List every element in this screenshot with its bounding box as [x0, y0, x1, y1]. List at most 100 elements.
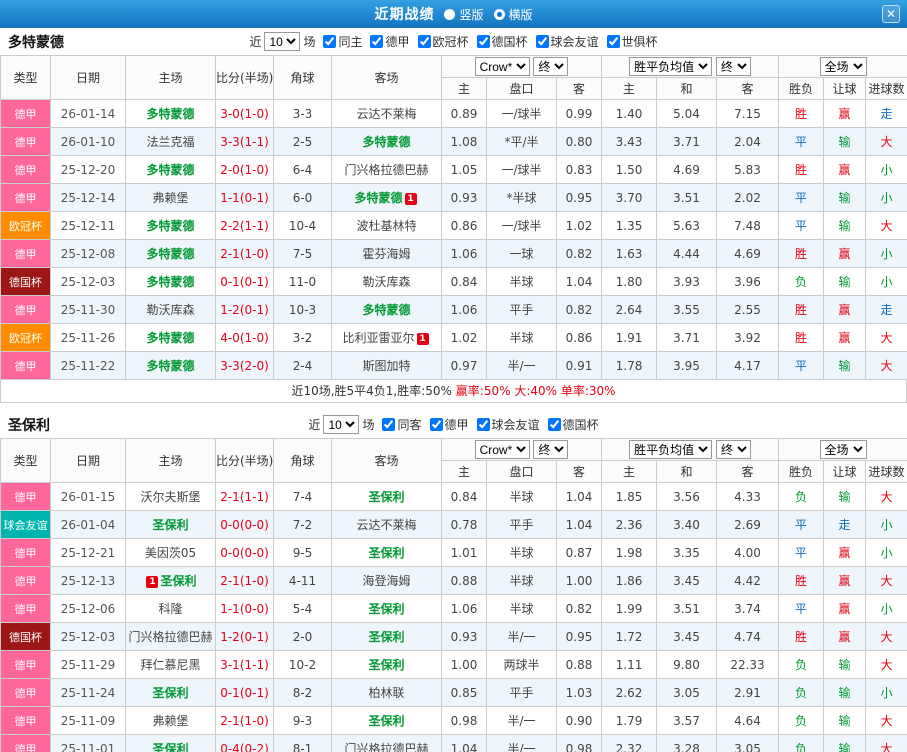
layout-radio-vertical[interactable]: 竖版 [444, 6, 484, 23]
avg-home-cell: 1.98 [601, 538, 657, 567]
score-cell: 1-2(0-1) [215, 622, 274, 651]
checkbox-input[interactable] [417, 35, 431, 48]
score-cell: 1-2(0-1) [215, 295, 274, 324]
match-type-cell: 德甲 [0, 594, 51, 623]
goals-cell: 大 [865, 351, 907, 380]
result-cell: 平 [778, 594, 825, 623]
filter-checkbox[interactable]: 同客 [382, 416, 422, 433]
filter-checkbox[interactable]: 德甲 [370, 33, 410, 50]
handicap-cell: 半球 [486, 594, 557, 623]
checkbox-input[interactable] [535, 35, 549, 48]
fulltime-select[interactable]: 全场 [819, 440, 867, 459]
checkbox-input[interactable] [323, 35, 337, 48]
filter-checkbox[interactable]: 球会友谊 [476, 416, 540, 433]
match-row: 德甲 25-12-08 多特蒙德 2-1(1-0) 7-5 霍芬海姆 1.06 一球 0.82 1… [0, 239, 907, 268]
col-header-date: 日期 [50, 438, 126, 483]
fulltime-header-cell: 全场 [778, 438, 907, 461]
sub-header-odds-away: 客 [556, 460, 602, 483]
team-name: 波杜基林特 [356, 219, 417, 233]
filter-near-label: 近 [249, 35, 262, 49]
section-header: 多特蒙德 近 10 场 同主 德甲 欧冠杯 德国杯 球会友谊 世俱杯 [0, 28, 907, 55]
match-date-cell: 25-11-01 [50, 734, 126, 752]
goals-cell: 大 [865, 706, 907, 735]
avg-draw-cell: 9.80 [656, 650, 717, 679]
avg-away-cell: 4.17 [715, 351, 780, 380]
checkbox-input[interactable] [606, 35, 620, 48]
checkbox-input[interactable] [429, 418, 443, 431]
match-row: 德甲 26-01-10 法兰克福 3-3(1-1) 2-5 多特蒙德 1.08 *平/半 0.8… [0, 127, 907, 156]
away-team-cell: 圣保利 [331, 538, 442, 567]
avg-select[interactable]: 胜平负均值 [629, 57, 713, 76]
avg-home-cell: 2.36 [601, 510, 657, 539]
avg-away-cell: 2.02 [715, 183, 780, 212]
filter-checkbox[interactable]: 球会友谊 [535, 33, 599, 50]
avg-select[interactable]: 胜平负均值 [629, 440, 713, 459]
layout-radio-horizontal[interactable]: 横版 [493, 6, 533, 23]
result-cell: 负 [778, 650, 825, 679]
corner-cell: 3-2 [273, 323, 332, 352]
radio-icon[interactable] [444, 8, 456, 20]
team-name: 多特蒙德 [146, 331, 195, 345]
avg-home-cell: 1.50 [601, 155, 657, 184]
checkbox-input[interactable] [476, 418, 490, 431]
goals-cell: 大 [865, 566, 907, 595]
home-team-cell: 弗赖堡 [125, 183, 216, 212]
handicap-result-cell: 赢 [823, 323, 867, 352]
odds-away-cell: 1.04 [556, 510, 602, 539]
radio-selected-icon[interactable] [493, 8, 505, 20]
filter-checkbox[interactable]: 德国杯 [547, 416, 599, 433]
filter-checkbox[interactable]: 德国杯 [476, 33, 528, 50]
fulltime-select[interactable]: 全场 [819, 57, 867, 76]
handicap-result-cell: 赢 [823, 155, 867, 184]
odds-home-cell: 1.00 [441, 650, 487, 679]
match-type-cell: 欧冠杯 [0, 211, 51, 240]
avg-home-cell: 1.72 [601, 622, 657, 651]
handicap-result-cell: 输 [823, 482, 867, 511]
avg-draw-cell: 3.71 [656, 323, 717, 352]
avg-home-cell: 1.63 [601, 239, 657, 268]
checkbox-input[interactable] [382, 418, 396, 431]
score-cell: 0-4(0-2) [215, 734, 274, 752]
bookmaker-select[interactable]: Crow* [474, 440, 530, 459]
odds-away-cell: 0.86 [556, 323, 602, 352]
team-name: 门兴格拉德巴赫 [344, 742, 429, 752]
match-count-select[interactable]: 10 [264, 32, 301, 51]
odds-away-cell: 0.90 [556, 706, 602, 735]
checkbox-input[interactable] [370, 35, 384, 48]
avg-away-cell: 3.74 [715, 594, 780, 623]
result-cell: 胜 [778, 155, 825, 184]
checkbox-input[interactable] [476, 35, 490, 48]
handicap-cell: 一/球半 [486, 211, 557, 240]
filter-checkbox[interactable]: 欧冠杯 [417, 33, 469, 50]
away-team-cell: 比利亚雷亚尔 1 [331, 323, 442, 352]
checkbox-input[interactable] [547, 418, 561, 431]
avg-time-select[interactable]: 终 [715, 57, 751, 76]
corner-cell: 7-2 [273, 510, 332, 539]
filter-checkbox[interactable]: 世俱杯 [606, 33, 658, 50]
filter-checkbox[interactable]: 德甲 [429, 416, 469, 433]
sub-header-handicap: 盘口 [486, 460, 557, 483]
score-cell: 3-1(1-1) [215, 650, 274, 679]
bookmaker-select[interactable]: Crow* [474, 57, 530, 76]
home-team-cell: 勒沃库森 [125, 295, 216, 324]
sub-header-avg-draw: 和 [656, 460, 717, 483]
odds-time-select[interactable]: 终 [533, 57, 569, 76]
away-team-cell: 圣保利 [331, 594, 442, 623]
match-count-select[interactable]: 10 [323, 415, 360, 434]
summary-segment: 大:40% [514, 384, 561, 398]
team-name: 圣保利 [152, 742, 189, 752]
avg-draw-cell: 3.56 [656, 482, 717, 511]
avg-home-cell: 1.85 [601, 482, 657, 511]
home-team-cell: 多特蒙德 [125, 267, 216, 296]
avg-draw-cell: 3.71 [656, 127, 717, 156]
team-name: 法兰克福 [146, 135, 195, 149]
close-icon[interactable]: ✕ [882, 5, 900, 23]
filter-checkboxes: 同主 德甲 欧冠杯 德国杯 球会友谊 世俱杯 [318, 33, 658, 50]
away-team-cell: 多特蒙德 [331, 127, 442, 156]
goals-cell: 大 [865, 622, 907, 651]
odds-time-select[interactable]: 终 [533, 440, 569, 459]
filter-checkbox[interactable]: 同主 [323, 33, 362, 50]
team-section-stpauli: 圣保利 近 10 场 同客 德甲 球会友谊 德国杯 类型 日期 主场 比分(半场) 角… [0, 411, 907, 752]
avg-time-select[interactable]: 终 [715, 440, 751, 459]
col-header-home: 主场 [125, 55, 216, 100]
